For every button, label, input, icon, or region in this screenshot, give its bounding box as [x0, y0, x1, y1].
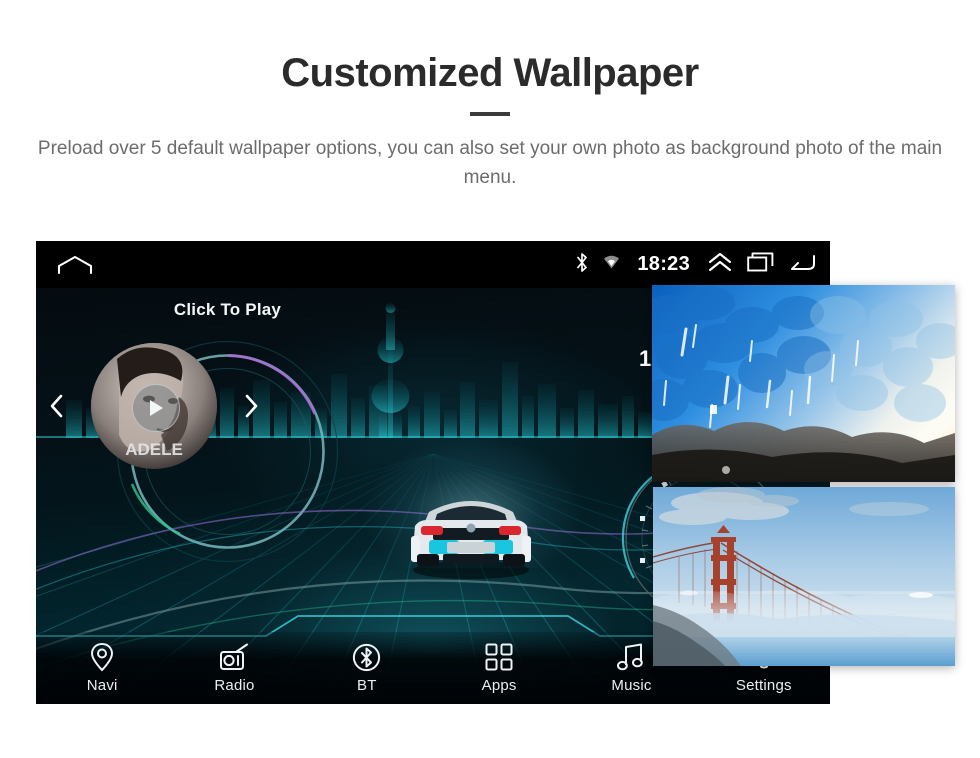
recents-icon[interactable] — [747, 252, 774, 277]
location-pin-icon — [90, 642, 114, 672]
page-header: Customized Wallpaper Preload over 5 defa… — [0, 0, 980, 193]
nav-item-navi[interactable]: Navi — [36, 632, 168, 704]
nav-label: Radio — [214, 677, 255, 694]
media-widget-label: Click To Play — [173, 300, 282, 319]
nav-item-apps[interactable]: Apps — [433, 632, 565, 704]
page-title: Customized Wallpaper — [281, 51, 699, 95]
nav-item-bt[interactable]: BT — [301, 632, 433, 704]
nav-label: Navi — [86, 677, 118, 694]
nav-item-radio[interactable]: Radio — [168, 632, 300, 704]
chevron-right-icon[interactable] — [240, 392, 262, 420]
album-artist: ADELE — [125, 440, 183, 459]
bluetooth-icon — [352, 642, 381, 672]
ice-cave-wallpaper[interactable] — [652, 285, 955, 482]
sports-car-rear-graphic — [411, 501, 531, 579]
apps-grid-icon — [485, 642, 513, 672]
golden-gate-wallpaper[interactable] — [653, 487, 955, 666]
back-arrow-icon[interactable] — [788, 252, 816, 277]
play-icon[interactable] — [132, 384, 180, 432]
chevron-left-icon[interactable] — [46, 392, 68, 420]
home-icon[interactable] — [56, 254, 94, 276]
bluetooth-icon — [575, 252, 589, 278]
status-bar: 18:23 — [36, 241, 830, 288]
page-subtitle: Preload over 5 default wallpaper options… — [37, 138, 943, 189]
status-bar-right-group: 18:23 — [575, 241, 816, 288]
nav-label: Settings — [735, 677, 792, 694]
music-note-icon — [617, 642, 645, 672]
wifi-icon — [603, 254, 620, 275]
nav-label: Music — [611, 677, 652, 694]
clock: 18:23 — [637, 253, 690, 275]
nav-label: BT — [357, 677, 377, 694]
radio-icon — [219, 642, 249, 672]
chevron-double-up-icon[interactable] — [707, 251, 733, 278]
title-divider — [470, 112, 510, 116]
nav-label: Apps — [481, 677, 517, 694]
